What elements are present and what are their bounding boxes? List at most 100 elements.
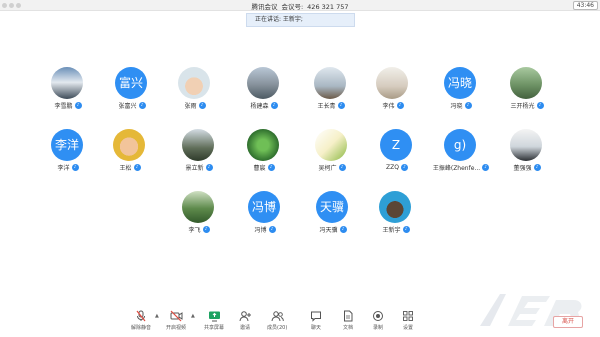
participant-mic-icon: ♪ bbox=[268, 226, 276, 233]
leave-meeting-button[interactable]: 离开 bbox=[553, 316, 583, 328]
app-name: 腾讯会议 bbox=[251, 3, 278, 11]
audio-options-caret-icon[interactable]: ▲ bbox=[155, 313, 159, 319]
participant-name: 冯晓 bbox=[450, 103, 463, 110]
participant-tile[interactable]: 董强强 ♪ bbox=[496, 129, 558, 172]
participant-name: 王松 bbox=[119, 165, 132, 172]
participant-name-row: 曹宸 ♪ bbox=[233, 163, 295, 172]
participant-mic-icon: ♪ bbox=[464, 102, 472, 109]
unmute-button[interactable]: 解除静音 bbox=[131, 310, 151, 336]
participant-tile[interactable]: 冯晓 冯晓 ♪ bbox=[430, 67, 492, 110]
share-screen-button[interactable]: 共享屏幕 bbox=[204, 310, 224, 336]
participant-tile[interactable]: 李雪鹏 ♪ bbox=[37, 67, 99, 110]
participant-tile[interactable]: 李洋李洋 ♪ bbox=[37, 129, 99, 172]
participant-mic-icon: ♪ bbox=[133, 164, 141, 171]
meeting-timer: 43:46 bbox=[572, 1, 598, 10]
participant-tile[interactable]: 李伟 ♪ bbox=[362, 67, 424, 110]
participant-name-row: 冯博 ♪ bbox=[234, 225, 296, 234]
participant-mic-icon: ♪ bbox=[482, 164, 490, 171]
mic-muted-icon bbox=[134, 310, 148, 322]
participant-name-row: 李伟 ♪ bbox=[362, 101, 424, 110]
participant-mic-icon: ♪ bbox=[205, 164, 213, 171]
participant-name: 张雨 bbox=[184, 103, 197, 110]
participant-mic-icon: ♪ bbox=[339, 226, 347, 233]
participant-name: 冯天骥 bbox=[319, 227, 338, 234]
participant-tile[interactable]: 三开杨光 ♪ bbox=[496, 67, 558, 110]
video-button[interactable]: 开启视频 bbox=[166, 310, 186, 336]
participant-tile[interactable]: 吴柯广 ♪ bbox=[301, 129, 363, 172]
participant-name-row: ZZQ ♪ bbox=[366, 163, 428, 172]
members-label: 成员(20) bbox=[267, 325, 288, 331]
participant-tile[interactable]: 天骥冯天骥 ♪ bbox=[302, 191, 364, 234]
meeting-id: 426 321 757 bbox=[307, 3, 349, 11]
participant-name: 冯博 bbox=[254, 227, 267, 234]
participant-name-row: 张雨 ♪ bbox=[164, 101, 226, 110]
participant-tile[interactable]: 王长青 ♪ bbox=[300, 67, 362, 110]
participant-name: 李雪鹏 bbox=[54, 103, 73, 110]
participant-avatar-photo bbox=[379, 191, 411, 223]
participant-tile[interactable]: g) 王振峰(Zhenfe... ♪ bbox=[430, 129, 492, 172]
participant-name-row: 王新宇 ♪ bbox=[365, 225, 427, 234]
participant-name-row: 李雪鹏 ♪ bbox=[37, 101, 99, 110]
invite-button[interactable]: 邀请 bbox=[238, 310, 252, 336]
video-options-caret-icon[interactable]: ▲ bbox=[191, 313, 195, 319]
participant-name-row: 李洋 ♪ bbox=[37, 163, 99, 172]
participant-name: 李伟 bbox=[382, 103, 395, 110]
participant-name-row: 冯晓 ♪ bbox=[430, 101, 492, 110]
title-bar: 腾讯会议 会议号: 426 321 757 43:46 bbox=[0, 0, 600, 11]
participant-name-row: 三开杨光 ♪ bbox=[496, 101, 558, 110]
participant-name-row: 张富兴 ♪ bbox=[101, 101, 163, 110]
members-button[interactable]: 成员(20) bbox=[267, 310, 287, 336]
participant-tile[interactable]: 曹宸 ♪ bbox=[233, 129, 295, 172]
participant-tile[interactable]: 景立新 ♪ bbox=[168, 129, 230, 172]
participant-mic-icon: ♪ bbox=[536, 102, 544, 109]
participant-avatar-initials: 冯晓 bbox=[444, 67, 476, 99]
participant-tile[interactable]: Z ZZQ ♪ bbox=[366, 129, 428, 172]
participant-mic-icon: ♪ bbox=[400, 164, 408, 171]
participant-name: 王新宇 bbox=[382, 227, 401, 234]
participant-avatar-initials: Z bbox=[380, 129, 412, 161]
meeting-id-label: 会议号: bbox=[281, 3, 304, 11]
unmute-label: 解除静音 bbox=[131, 325, 152, 331]
participant-name-row: 景立新 ♪ bbox=[168, 163, 230, 172]
participant-mic-icon: ♪ bbox=[74, 102, 82, 109]
share-screen-icon bbox=[207, 310, 221, 322]
participant-avatar-photo bbox=[113, 129, 145, 161]
share-screen-label: 共享屏幕 bbox=[204, 325, 225, 331]
participant-tile[interactable]: 王松 ♪ bbox=[99, 129, 161, 172]
settings-grid-icon bbox=[401, 310, 415, 322]
participant-tile[interactable]: 张雨 ♪ bbox=[164, 67, 226, 110]
participant-avatar-initials: 天骥 bbox=[316, 191, 348, 223]
participant-name-row: 董强强 ♪ bbox=[496, 163, 558, 172]
participant-avatar-initials: 李洋 bbox=[51, 129, 83, 161]
record-label: 录制 bbox=[372, 325, 383, 331]
documents-button[interactable]: 文档 bbox=[341, 310, 355, 336]
participant-name: 杨建森 bbox=[250, 103, 269, 110]
participant-name-row: 王长青 ♪ bbox=[300, 101, 362, 110]
participant-mic-icon: ♪ bbox=[138, 102, 146, 109]
participant-tile[interactable]: 富兴张富兴 ♪ bbox=[101, 67, 163, 110]
participant-mic-icon: ♪ bbox=[338, 164, 346, 171]
documents-label: 文档 bbox=[342, 325, 353, 331]
participant-tile[interactable]: 冯博 冯博 ♪ bbox=[234, 191, 296, 234]
chat-button[interactable]: 聊天 bbox=[309, 310, 323, 336]
participant-avatar-initials: 富兴 bbox=[115, 67, 147, 99]
participant-name-row: 李飞 ♪ bbox=[168, 225, 230, 234]
participant-mic-icon: ♪ bbox=[270, 102, 278, 109]
settings-button[interactable]: 设置 bbox=[401, 310, 415, 336]
participant-avatar-photo bbox=[247, 67, 279, 99]
participant-avatar-photo bbox=[510, 129, 542, 161]
camera-off-icon bbox=[169, 310, 183, 322]
participant-tile[interactable]: 杨建森 ♪ bbox=[233, 67, 295, 110]
record-button[interactable]: 录制 bbox=[371, 310, 385, 336]
participant-mic-icon: ♪ bbox=[396, 102, 404, 109]
participant-tile[interactable]: 李飞 ♪ bbox=[168, 191, 230, 234]
participant-name: 李飞 bbox=[188, 227, 201, 234]
participant-avatar-photo bbox=[182, 129, 214, 161]
participant-name-row: 吴柯广 ♪ bbox=[301, 163, 363, 172]
document-icon bbox=[341, 310, 355, 322]
video-label: 开启视频 bbox=[166, 325, 187, 331]
participant-name: 吴柯广 bbox=[318, 165, 337, 172]
participant-mic-icon: ♪ bbox=[402, 226, 410, 233]
participant-tile[interactable]: 王新宇 ♪ bbox=[365, 191, 427, 234]
chat-icon bbox=[309, 310, 323, 322]
